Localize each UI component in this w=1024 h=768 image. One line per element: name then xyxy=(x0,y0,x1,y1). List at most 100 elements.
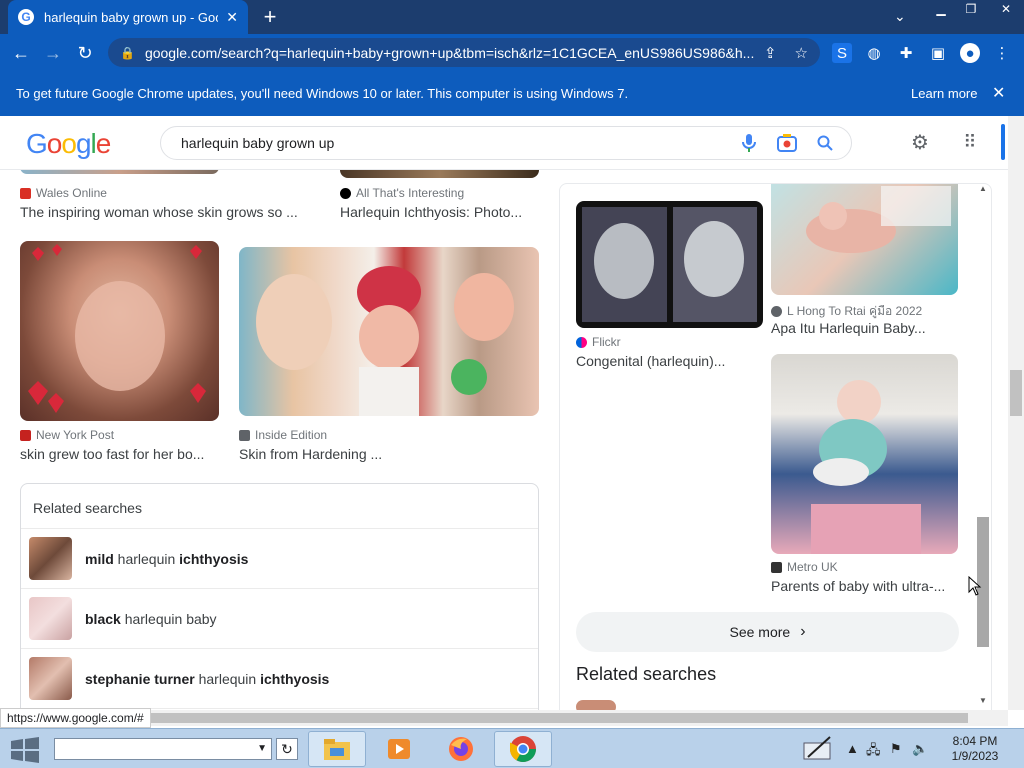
windows-start-icon[interactable] xyxy=(10,737,40,763)
status-url-bubble: https://www.google.com/# xyxy=(0,708,151,728)
scroll-up-icon[interactable]: ▲ xyxy=(979,184,987,193)
related-thumbnail xyxy=(29,537,72,580)
browser-tab[interactable]: G harlequin baby grown up - Goog ✕ xyxy=(8,0,248,34)
result-caption[interactable]: Harlequin Ichthyosis: Photo... xyxy=(340,204,539,220)
restore-icon[interactable]: ❐ xyxy=(956,0,986,18)
search-query: harlequin baby grown up xyxy=(181,135,335,151)
related-search-item[interactable]: stephanie turner harlequin ichthyosis xyxy=(21,649,538,709)
page-scroll-thumb[interactable] xyxy=(1010,370,1022,416)
clock-time: 8:04 PM xyxy=(952,734,998,748)
all-thats-interesting-icon xyxy=(340,187,351,199)
result-caption[interactable]: skin grew too fast for her bo... xyxy=(20,446,219,462)
result-image-inside-edition[interactable] xyxy=(239,247,539,416)
result-caption[interactable]: Skin from Hardening ... xyxy=(239,446,499,462)
result-source: Wales Online xyxy=(20,186,107,200)
wales-online-icon xyxy=(20,187,31,199)
result-source: New York Post xyxy=(20,428,114,442)
page-hscroll-thumb[interactable] xyxy=(150,713,968,723)
panel-image-apa-itu[interactable] xyxy=(771,184,958,295)
microphone-icon[interactable] xyxy=(737,131,761,155)
results-area: Wales Online The inspiring woman whose s… xyxy=(0,170,1008,710)
chrome-menu-icon[interactable]: ⋮ xyxy=(992,43,1012,63)
panel-scrollbar[interactable]: ▲ ▼ xyxy=(976,184,990,710)
result-caption[interactable]: The inspiring woman whose skin grows so … xyxy=(20,204,320,220)
media-player-icon[interactable] xyxy=(370,731,428,767)
profile-avatar-icon[interactable]: ● xyxy=(960,43,980,63)
clock-date: 1/9/2023 xyxy=(951,749,999,763)
metro-uk-icon xyxy=(771,561,782,573)
firefox-icon[interactable] xyxy=(432,731,490,767)
taskbar-clock[interactable]: 8:04 PM 1/9/2023 xyxy=(940,734,1010,764)
scroll-indicator xyxy=(1001,124,1005,160)
panel-image-flickr[interactable] xyxy=(576,201,763,328)
new-tab-button[interactable]: + xyxy=(258,4,282,29)
see-more-button[interactable]: See more › xyxy=(576,612,959,652)
panel-result-source: Metro UK xyxy=(771,560,838,574)
globe-icon xyxy=(771,306,782,317)
window-close-icon[interactable]: ✕ xyxy=(986,0,1024,18)
update-infobar: To get future Google Chrome updates, you… xyxy=(0,71,1024,116)
minimize-icon[interactable]: ▁ xyxy=(926,0,956,18)
extension-shield-icon[interactable]: ◍ xyxy=(864,43,884,63)
tab-close-icon[interactable]: ✕ xyxy=(226,9,238,26)
panel-result-caption[interactable]: Parents of baby with ultra-... xyxy=(771,578,958,594)
panel-result-caption[interactable]: Congenital (harlequin)... xyxy=(576,353,763,369)
new-york-post-icon xyxy=(20,429,31,441)
extension-s-icon[interactable]: S xyxy=(832,43,852,63)
pen-tablet-icon[interactable] xyxy=(802,735,834,764)
related-thumbnail xyxy=(29,657,72,700)
learn-more-link[interactable]: Learn more xyxy=(911,86,977,101)
tab-search-chevron-icon[interactable]: ⌄ xyxy=(894,8,906,25)
panel-result-caption[interactable]: Apa Itu Harlequin Baby... xyxy=(771,320,958,336)
browser-toolbar: ← → ↻ 🔒 google.com/search?q=harlequin+ba… xyxy=(0,34,1024,71)
back-arrow-icon[interactable]: ← xyxy=(8,40,34,66)
result-image-new-york-post[interactable] xyxy=(20,241,219,421)
related-search-item[interactable]: mild harlequin ichthyosis xyxy=(21,529,538,589)
chrome-icon[interactable] xyxy=(494,731,552,767)
chevron-right-icon: › xyxy=(800,623,806,640)
infobar-message: To get future Google Chrome updates, you… xyxy=(16,86,629,101)
panel-result-source: Flickr xyxy=(576,335,621,349)
settings-gear-icon[interactable]: ⚙ xyxy=(908,130,932,154)
mouse-cursor-icon xyxy=(968,576,982,596)
reload-icon[interactable]: ↻ xyxy=(72,40,98,66)
panel-related-thumbnail[interactable] xyxy=(576,700,616,710)
related-searches-box: Related searches mild harlequin ichthyos… xyxy=(20,483,539,710)
address-url: google.com/search?q=harlequin+baby+grown… xyxy=(144,44,755,61)
camera-lens-icon[interactable] xyxy=(775,131,799,155)
address-bar[interactable]: 🔒 google.com/search?q=harlequin+baby+gro… xyxy=(108,38,820,67)
result-source: Inside Edition xyxy=(239,428,327,442)
flickr-icon xyxy=(576,336,587,348)
panel-image-metro-uk[interactable] xyxy=(771,354,958,554)
apps-grid-icon[interactable]: ⠿ xyxy=(958,130,982,154)
result-image-all-thats-interesting[interactable] xyxy=(340,170,539,178)
extensions-puzzle-icon[interactable]: ✚ xyxy=(896,43,916,63)
taskbar-address-input[interactable]: ▼ xyxy=(54,738,272,760)
side-panel-icon[interactable]: ▣ xyxy=(928,43,948,63)
taskbar-refresh-icon[interactable]: ↻ xyxy=(276,738,298,760)
image-side-panel: Flickr Congenital (harlequin)... L Hong … xyxy=(559,183,992,710)
related-search-item[interactable]: black harlequin baby xyxy=(21,589,538,649)
file-explorer-icon[interactable] xyxy=(308,731,366,767)
result-image-wales-online[interactable] xyxy=(20,170,219,174)
network-icon[interactable]: 🖧 xyxy=(866,741,881,763)
dropdown-arrow-icon[interactable]: ▼ xyxy=(257,743,267,754)
volume-icon[interactable]: 🔈 xyxy=(912,741,928,757)
search-icon[interactable] xyxy=(813,131,837,155)
share-icon[interactable]: ⇪ xyxy=(764,44,777,62)
infobar-close-icon[interactable]: ✕ xyxy=(992,83,1005,103)
related-searches-heading: Related searches xyxy=(21,484,538,529)
scroll-down-icon[interactable]: ▼ xyxy=(979,696,987,705)
bookmark-star-icon[interactable]: ☆ xyxy=(795,44,808,62)
lock-icon: 🔒 xyxy=(120,45,135,60)
panel-result-source: L Hong To Rtai คู่มือ 2022 xyxy=(771,302,922,321)
forward-arrow-icon[interactable]: → xyxy=(40,40,66,66)
search-input[interactable]: harlequin baby grown up xyxy=(160,126,852,160)
see-more-label: See more xyxy=(729,624,791,640)
google-logo[interactable]: Google xyxy=(26,128,111,160)
show-hidden-icons-icon[interactable]: ▲ xyxy=(846,741,859,756)
panel-related-searches-heading: Related searches xyxy=(576,664,717,684)
action-center-flag-icon[interactable]: ⚑ xyxy=(890,741,902,757)
google-header: Google harlequin baby grown up ⚙ ⠿ xyxy=(0,116,1008,170)
browser-titlebar: G harlequin baby grown up - Goog ✕ + ⌄ ▁… xyxy=(0,0,1024,34)
